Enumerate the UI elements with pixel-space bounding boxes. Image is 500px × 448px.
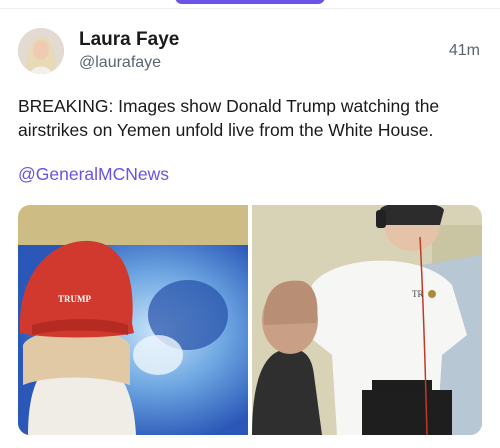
shirt-text: TR [412, 289, 424, 299]
post-timestamp: 41m [448, 42, 480, 59]
mention-link[interactable]: @GeneralMCNews [18, 164, 169, 185]
media-image-trump-cap[interactable]: TRUMP [18, 205, 248, 435]
avatar[interactable] [18, 28, 64, 74]
top-compose-pill[interactable] [175, 0, 325, 4]
divider [0, 8, 500, 9]
author-handle[interactable]: @laurafaye [79, 54, 161, 72]
cap-text: TRUMP [58, 294, 91, 304]
author-display-name[interactable]: Laura Faye [79, 29, 179, 51]
media-gallery: TRUMP TR [18, 205, 482, 435]
post-body-text: BREAKING: Images show Donald Trump watch… [18, 96, 440, 140]
media-image-trump-standing[interactable]: TR [252, 205, 482, 435]
